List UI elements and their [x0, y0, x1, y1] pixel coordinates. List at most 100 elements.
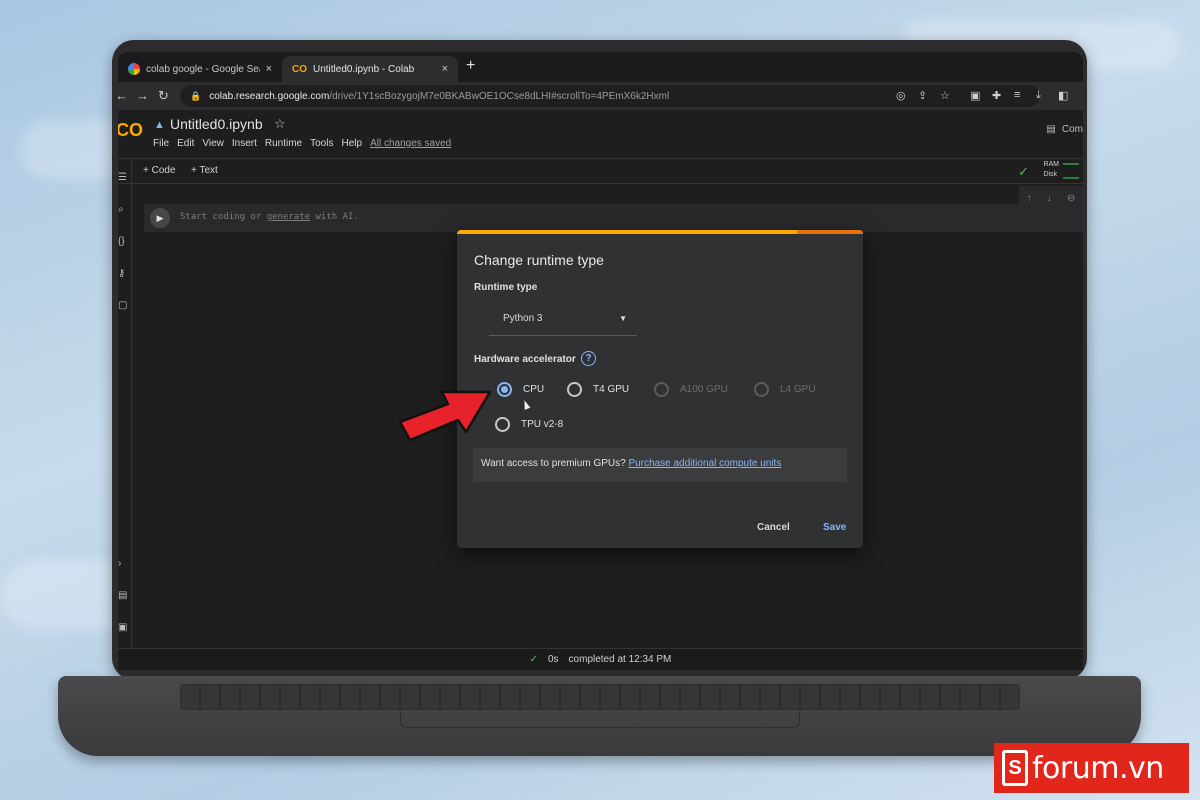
- reading-list-icon[interactable]: ≡: [1014, 89, 1020, 101]
- url-host: colab.research.google.com: [209, 90, 330, 102]
- option-label: TPU v2-8: [521, 419, 564, 430]
- search-icon[interactable]: ⌕: [118, 204, 124, 215]
- change-runtime-dialog: Change runtime type Runtime type Python …: [457, 230, 863, 548]
- comment-button[interactable]: ▤ Com: [1046, 124, 1083, 135]
- google-drive-icon: ▲: [154, 119, 165, 131]
- run-cell-icon[interactable]: ▶: [150, 208, 170, 228]
- option-cpu[interactable]: CPU: [497, 382, 544, 397]
- code-cell[interactable]: ▶ Start coding or generate with AI.: [144, 204, 1083, 232]
- sforum-watermark: S forum.vn: [994, 743, 1189, 793]
- menu-tools[interactable]: Tools: [310, 138, 333, 149]
- link-icon[interactable]: ⊖: [1067, 193, 1075, 204]
- google-icon: [128, 63, 140, 75]
- comment-label: Com: [1061, 124, 1083, 135]
- move-down-icon[interactable]: ↓: [1047, 193, 1052, 204]
- radio-cpu[interactable]: [497, 382, 512, 397]
- option-label: CPU: [523, 384, 545, 395]
- menu-help[interactable]: Help: [341, 138, 362, 149]
- save-button[interactable]: Save: [823, 522, 846, 533]
- option-tpu-v2-8[interactable]: TPU v2-8: [495, 417, 563, 432]
- placeholder-text: with AI.: [310, 212, 359, 222]
- download-icon[interactable]: ⤓: [1036, 89, 1041, 102]
- comment-icon: ▤: [1046, 124, 1056, 135]
- option-label: T4 GPU: [593, 384, 630, 395]
- status-bar: ✓ 0s completed at 12:34 PM: [118, 648, 1083, 670]
- menu-edit[interactable]: Edit: [177, 138, 194, 149]
- generate-link[interactable]: generate: [267, 212, 310, 222]
- red-arrow-annotation: [398, 390, 492, 442]
- runtime-type-select[interactable]: Python 3 ▼: [489, 304, 637, 336]
- premium-text: Want access to premium GPUs?: [481, 458, 629, 469]
- runtime-type-label: Runtime type: [474, 282, 538, 293]
- option-a100-gpu: A100 GPU: [654, 382, 728, 397]
- notebook-title[interactable]: Untitled0.ipynb: [170, 116, 263, 132]
- notebook-toolbar: + Code + Text ✓ RAM Disk: [118, 158, 1083, 184]
- cancel-button[interactable]: Cancel: [757, 522, 790, 533]
- laptop-keyboard: [180, 684, 1020, 710]
- colab-icon: CO: [292, 63, 307, 75]
- dialog-title: Change runtime type: [474, 252, 604, 268]
- option-label: A100 GPU: [680, 384, 728, 395]
- secrets-icon[interactable]: ⚷: [118, 268, 125, 279]
- move-up-icon[interactable]: ↑: [1027, 193, 1032, 204]
- connected-check-icon: ✓: [1018, 164, 1029, 179]
- radio-t4-gpu[interactable]: [567, 382, 582, 397]
- toc-icon[interactable]: ☰: [118, 172, 127, 183]
- side-panel-icon[interactable]: ◧: [1058, 89, 1068, 102]
- browser-nav-bar: ← → ↻ 🔒 colab.research.google.com /drive…: [118, 82, 1083, 110]
- browser-tab-strip: colab google - Google Search × CO Untitl…: [118, 52, 1083, 82]
- url-path: /drive/1Y1scBozygojM7e0BKABwOE1OCse8dLHI…: [329, 90, 670, 102]
- laptop-trackpad: [400, 712, 800, 728]
- colab-logo[interactable]: CO: [118, 120, 143, 141]
- close-tab-icon[interactable]: ×: [266, 63, 272, 75]
- menu-file[interactable]: File: [153, 138, 169, 149]
- terminal-icon[interactable]: ▣: [118, 622, 127, 633]
- ram-label: RAM: [1043, 161, 1059, 168]
- bookmark-star-icon[interactable]: ☆: [940, 89, 950, 102]
- purchase-compute-link[interactable]: Purchase additional compute units: [628, 458, 781, 469]
- google-lens-icon[interactable]: ◎: [896, 89, 906, 102]
- option-label: L4 GPU: [780, 384, 816, 395]
- new-tab-button[interactable]: +: [466, 57, 475, 75]
- add-text-button[interactable]: + Text: [191, 165, 218, 176]
- close-tab-icon[interactable]: ×: [442, 63, 448, 75]
- menu-bar: File Edit View Insert Runtime Tools Help…: [153, 138, 451, 149]
- menu-runtime[interactable]: Runtime: [265, 138, 302, 149]
- files-icon[interactable]: ▢: [118, 300, 127, 311]
- help-icon[interactable]: ?: [581, 351, 596, 366]
- extension-icon[interactable]: ▣: [970, 89, 980, 102]
- premium-gpu-banner: Want access to premium GPUs? Purchase ad…: [473, 448, 847, 482]
- dialog-accent-bar-end: [797, 230, 863, 234]
- hardware-accelerator-label: Hardware accelerator: [474, 354, 576, 365]
- sforum-logo-text: forum.vn: [1032, 750, 1164, 786]
- sforum-logo-mark: S: [1002, 750, 1028, 786]
- forward-arrow-icon[interactable]: →: [136, 88, 149, 103]
- browser-tab-google-search[interactable]: colab google - Google Search ×: [118, 56, 282, 82]
- tab-title: Untitled0.ipynb - Colab: [313, 63, 415, 75]
- radio-a100-gpu: [654, 382, 669, 397]
- browser-tab-colab[interactable]: CO Untitled0.ipynb - Colab ×: [282, 56, 458, 82]
- caret-down-icon: ▼: [619, 314, 627, 323]
- menu-insert[interactable]: Insert: [232, 138, 257, 149]
- address-bar[interactable]: 🔒 colab.research.google.com /drive/1Y1sc…: [180, 85, 1040, 107]
- lock-icon: 🔒: [190, 90, 202, 101]
- menu-view[interactable]: View: [202, 138, 224, 149]
- status-duration: 0s: [547, 654, 559, 665]
- resource-indicator[interactable]: RAM Disk: [1043, 160, 1059, 180]
- resource-bars: [1063, 163, 1079, 179]
- add-code-button[interactable]: + Code: [143, 165, 176, 176]
- command-palette-icon[interactable]: ▤: [118, 590, 127, 601]
- star-icon[interactable]: ☆: [274, 116, 286, 132]
- reload-icon[interactable]: ↻: [158, 88, 169, 104]
- save-status[interactable]: All changes saved: [370, 138, 451, 149]
- share-icon[interactable]: ⇪: [918, 89, 927, 102]
- side-rail: ☰ ⌕ {} ⚷ ▢ › ▤ ▣: [118, 158, 132, 648]
- tab-title: colab google - Google Search: [146, 63, 260, 75]
- option-t4-gpu[interactable]: T4 GPU: [567, 382, 629, 397]
- puzzle-icon[interactable]: ✚: [992, 89, 1001, 102]
- runtime-type-value: Python 3: [503, 313, 543, 324]
- variables-icon[interactable]: {}: [118, 236, 125, 247]
- back-arrow-icon[interactable]: ←: [118, 88, 128, 103]
- radio-tpu-v2-8[interactable]: [495, 417, 510, 432]
- expand-icon[interactable]: ›: [118, 558, 121, 569]
